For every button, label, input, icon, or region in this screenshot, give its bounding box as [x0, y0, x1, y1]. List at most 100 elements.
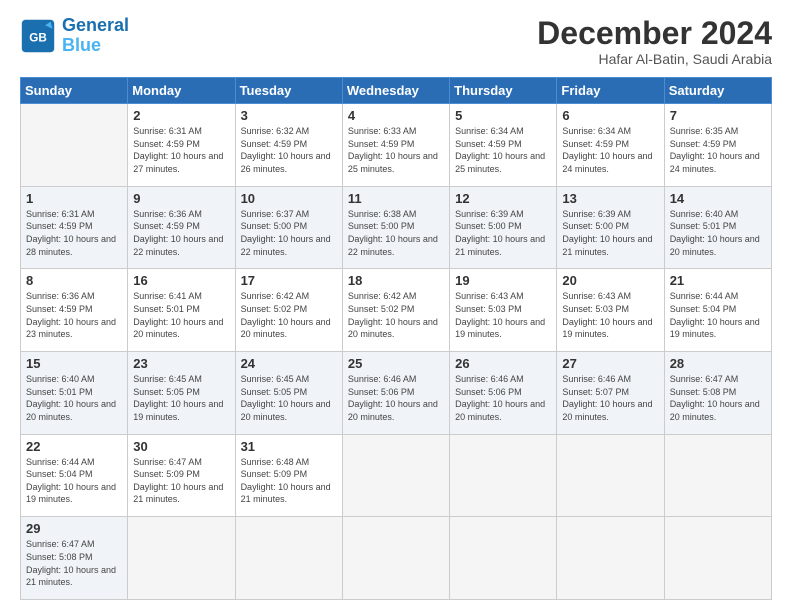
day-number: 10 [241, 191, 337, 206]
calendar-cell: 10 Sunrise: 6:37 AM Sunset: 5:00 PM Dayl… [235, 186, 342, 269]
calendar-cell: 5 Sunrise: 6:34 AM Sunset: 4:59 PM Dayli… [450, 104, 557, 187]
day-info: Sunrise: 6:34 AM Sunset: 4:59 PM Dayligh… [562, 125, 658, 175]
day-number: 14 [670, 191, 766, 206]
day-number: 28 [670, 356, 766, 371]
day-number: 11 [348, 191, 444, 206]
weekday-header-row: Sunday Monday Tuesday Wednesday Thursday… [21, 78, 772, 104]
calendar-week-row: 22 Sunrise: 6:44 AM Sunset: 5:04 PM Dayl… [21, 434, 772, 517]
calendar-cell: 12 Sunrise: 6:39 AM Sunset: 5:00 PM Dayl… [450, 186, 557, 269]
day-number: 7 [670, 108, 766, 123]
calendar-cell: 24 Sunrise: 6:45 AM Sunset: 5:05 PM Dayl… [235, 352, 342, 435]
day-number: 18 [348, 273, 444, 288]
day-info: Sunrise: 6:41 AM Sunset: 5:01 PM Dayligh… [133, 290, 229, 340]
day-number: 27 [562, 356, 658, 371]
day-info: Sunrise: 6:40 AM Sunset: 5:01 PM Dayligh… [670, 208, 766, 258]
day-info: Sunrise: 6:38 AM Sunset: 5:00 PM Dayligh… [348, 208, 444, 258]
day-number: 2 [133, 108, 229, 123]
day-number: 3 [241, 108, 337, 123]
day-info: Sunrise: 6:31 AM Sunset: 4:59 PM Dayligh… [26, 208, 122, 258]
day-number: 4 [348, 108, 444, 123]
header-monday: Monday [128, 78, 235, 104]
day-info: Sunrise: 6:43 AM Sunset: 5:03 PM Dayligh… [455, 290, 551, 340]
day-info: Sunrise: 6:44 AM Sunset: 5:04 PM Dayligh… [670, 290, 766, 340]
day-info: Sunrise: 6:35 AM Sunset: 4:59 PM Dayligh… [670, 125, 766, 175]
calendar-cell: 14 Sunrise: 6:40 AM Sunset: 5:01 PM Dayl… [664, 186, 771, 269]
calendar-cell [664, 434, 771, 517]
calendar-cell: 30 Sunrise: 6:47 AM Sunset: 5:09 PM Dayl… [128, 434, 235, 517]
logo-text: General Blue [62, 16, 129, 56]
calendar-page: GB General Blue December 2024 Hafar Al-B… [0, 0, 792, 612]
calendar-cell [21, 104, 128, 187]
day-info: Sunrise: 6:36 AM Sunset: 4:59 PM Dayligh… [26, 290, 122, 340]
calendar-cell [128, 517, 235, 600]
calendar-cell [342, 517, 449, 600]
calendar-cell: 11 Sunrise: 6:38 AM Sunset: 5:00 PM Dayl… [342, 186, 449, 269]
day-info: Sunrise: 6:47 AM Sunset: 5:08 PM Dayligh… [26, 538, 122, 588]
day-number: 29 [26, 521, 122, 536]
day-info: Sunrise: 6:34 AM Sunset: 4:59 PM Dayligh… [455, 125, 551, 175]
logo-line1: General [62, 15, 129, 35]
title-area: December 2024 Hafar Al-Batin, Saudi Arab… [537, 16, 772, 67]
calendar-cell: 7 Sunrise: 6:35 AM Sunset: 4:59 PM Dayli… [664, 104, 771, 187]
day-info: Sunrise: 6:45 AM Sunset: 5:05 PM Dayligh… [241, 373, 337, 423]
day-number: 21 [670, 273, 766, 288]
day-number: 6 [562, 108, 658, 123]
calendar-cell: 3 Sunrise: 6:32 AM Sunset: 4:59 PM Dayli… [235, 104, 342, 187]
day-info: Sunrise: 6:46 AM Sunset: 5:06 PM Dayligh… [348, 373, 444, 423]
header-thursday: Thursday [450, 78, 557, 104]
day-info: Sunrise: 6:39 AM Sunset: 5:00 PM Dayligh… [455, 208, 551, 258]
day-number: 9 [133, 191, 229, 206]
header-friday: Friday [557, 78, 664, 104]
calendar-cell [450, 434, 557, 517]
calendar-cell [450, 517, 557, 600]
day-info: Sunrise: 6:40 AM Sunset: 5:01 PM Dayligh… [26, 373, 122, 423]
day-number: 15 [26, 356, 122, 371]
header-tuesday: Tuesday [235, 78, 342, 104]
logo-line2: Blue [62, 35, 101, 55]
day-number: 30 [133, 439, 229, 454]
day-number: 31 [241, 439, 337, 454]
header-wednesday: Wednesday [342, 78, 449, 104]
calendar-cell: 22 Sunrise: 6:44 AM Sunset: 5:04 PM Dayl… [21, 434, 128, 517]
day-info: Sunrise: 6:48 AM Sunset: 5:09 PM Dayligh… [241, 456, 337, 506]
day-number: 23 [133, 356, 229, 371]
calendar-cell: 1 Sunrise: 6:31 AM Sunset: 4:59 PM Dayli… [21, 186, 128, 269]
calendar-cell: 27 Sunrise: 6:46 AM Sunset: 5:07 PM Dayl… [557, 352, 664, 435]
calendar-week-row: 1 Sunrise: 6:31 AM Sunset: 4:59 PM Dayli… [21, 186, 772, 269]
calendar-cell: 19 Sunrise: 6:43 AM Sunset: 5:03 PM Dayl… [450, 269, 557, 352]
calendar-cell: 8 Sunrise: 6:36 AM Sunset: 4:59 PM Dayli… [21, 269, 128, 352]
day-number: 26 [455, 356, 551, 371]
calendar-cell [557, 434, 664, 517]
calendar-cell: 29 Sunrise: 6:47 AM Sunset: 5:08 PM Dayl… [21, 517, 128, 600]
day-number: 19 [455, 273, 551, 288]
day-info: Sunrise: 6:36 AM Sunset: 4:59 PM Dayligh… [133, 208, 229, 258]
calendar-cell: 17 Sunrise: 6:42 AM Sunset: 5:02 PM Dayl… [235, 269, 342, 352]
calendar-cell: 18 Sunrise: 6:42 AM Sunset: 5:02 PM Dayl… [342, 269, 449, 352]
day-info: Sunrise: 6:47 AM Sunset: 5:08 PM Dayligh… [670, 373, 766, 423]
day-number: 12 [455, 191, 551, 206]
day-info: Sunrise: 6:31 AM Sunset: 4:59 PM Dayligh… [133, 125, 229, 175]
calendar-cell: 9 Sunrise: 6:36 AM Sunset: 4:59 PM Dayli… [128, 186, 235, 269]
location: Hafar Al-Batin, Saudi Arabia [537, 51, 772, 67]
calendar-week-row: 8 Sunrise: 6:36 AM Sunset: 4:59 PM Dayli… [21, 269, 772, 352]
calendar-cell: 6 Sunrise: 6:34 AM Sunset: 4:59 PM Dayli… [557, 104, 664, 187]
calendar-cell [342, 434, 449, 517]
day-number: 24 [241, 356, 337, 371]
calendar-cell: 28 Sunrise: 6:47 AM Sunset: 5:08 PM Dayl… [664, 352, 771, 435]
day-info: Sunrise: 6:42 AM Sunset: 5:02 PM Dayligh… [241, 290, 337, 340]
day-info: Sunrise: 6:43 AM Sunset: 5:03 PM Dayligh… [562, 290, 658, 340]
day-number: 25 [348, 356, 444, 371]
day-info: Sunrise: 6:47 AM Sunset: 5:09 PM Dayligh… [133, 456, 229, 506]
day-info: Sunrise: 6:46 AM Sunset: 5:07 PM Dayligh… [562, 373, 658, 423]
header-saturday: Saturday [664, 78, 771, 104]
calendar-cell: 13 Sunrise: 6:39 AM Sunset: 5:00 PM Dayl… [557, 186, 664, 269]
header-sunday: Sunday [21, 78, 128, 104]
day-info: Sunrise: 6:45 AM Sunset: 5:05 PM Dayligh… [133, 373, 229, 423]
logo-icon: GB [20, 18, 56, 54]
day-info: Sunrise: 6:39 AM Sunset: 5:00 PM Dayligh… [562, 208, 658, 258]
day-info: Sunrise: 6:42 AM Sunset: 5:02 PM Dayligh… [348, 290, 444, 340]
calendar-cell: 20 Sunrise: 6:43 AM Sunset: 5:03 PM Dayl… [557, 269, 664, 352]
calendar-week-row: 29 Sunrise: 6:47 AM Sunset: 5:08 PM Dayl… [21, 517, 772, 600]
calendar-cell: 21 Sunrise: 6:44 AM Sunset: 5:04 PM Dayl… [664, 269, 771, 352]
calendar-cell [557, 517, 664, 600]
